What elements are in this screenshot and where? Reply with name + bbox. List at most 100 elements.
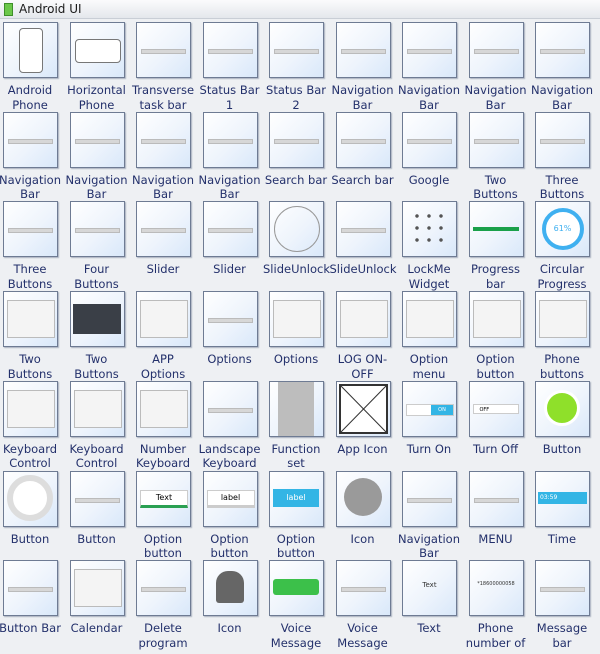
shape-thumbnail[interactable] <box>3 470 58 527</box>
shape-item[interactable]: MENU <box>468 470 535 560</box>
shape-thumbnail[interactable] <box>269 380 324 437</box>
shape-thumbnail[interactable]: label <box>202 470 258 527</box>
shape-thumbnail[interactable] <box>202 111 258 168</box>
shape-item[interactable]: Phone buttons <box>535 291 600 381</box>
shape-item[interactable]: Keyboard Control <box>69 380 136 470</box>
shape-thumbnail[interactable] <box>69 470 125 527</box>
shape-thumbnail[interactable] <box>136 111 191 168</box>
shape-item[interactable]: Button <box>69 470 136 560</box>
shape-thumbnail[interactable] <box>136 22 191 78</box>
shape-item[interactable]: Text Text <box>402 560 468 649</box>
shape-thumbnail[interactable] <box>335 560 391 617</box>
shape-thumbnail[interactable] <box>269 201 324 258</box>
shape-thumbnail[interactable]: ON <box>402 380 457 437</box>
shape-item[interactable]: App Icon <box>335 380 402 470</box>
shape-thumbnail[interactable] <box>535 291 590 348</box>
shape-item[interactable]: Options <box>202 291 269 380</box>
shape-thumbnail[interactable] <box>468 291 524 348</box>
shape-item[interactable]: Google <box>402 111 468 201</box>
shape-item[interactable]: Status Bar 2 <box>266 22 335 112</box>
shape-thumbnail[interactable]: 03:59 <box>535 470 590 527</box>
shape-thumbnail[interactable]: OFF <box>468 380 524 437</box>
shape-thumbnail[interactable] <box>202 291 258 348</box>
shape-item[interactable]: *18600000058 Phone number of <box>466 560 535 650</box>
shape-thumbnail[interactable] <box>335 291 391 348</box>
shape-item[interactable]: SlideUnlock <box>263 201 335 290</box>
shape-thumbnail[interactable] <box>402 111 457 168</box>
shape-thumbnail[interactable] <box>468 111 524 168</box>
shape-item[interactable]: Delete program <box>136 560 202 650</box>
shape-thumbnail[interactable] <box>402 22 457 78</box>
shape-item[interactable]: Two Buttons <box>69 291 136 381</box>
shape-thumbnail[interactable] <box>3 201 58 258</box>
shape-item[interactable]: Search bar <box>265 111 335 201</box>
shape-item[interactable]: Progress bar <box>468 201 535 291</box>
shape-item[interactable]: Three Buttons <box>535 111 600 201</box>
shape-item[interactable]: Option button <box>468 291 535 381</box>
shape-item[interactable]: Two Buttons <box>3 291 69 381</box>
shape-item[interactable]: Horizontal Phone <box>67 22 136 112</box>
shape-thumbnail[interactable] <box>269 560 324 617</box>
shape-item[interactable]: Navigation Bar <box>531 22 600 112</box>
shape-thumbnail[interactable] <box>335 111 391 168</box>
shape-thumbnail[interactable] <box>335 201 391 258</box>
shape-item[interactable]: Landscape Keyboard <box>199 380 269 470</box>
shape-thumbnail[interactable] <box>202 201 258 258</box>
shape-item[interactable]: Four Buttons <box>69 201 136 291</box>
shape-thumbnail[interactable] <box>69 22 125 78</box>
shape-item[interactable]: Button <box>535 380 600 470</box>
shape-thumbnail[interactable] <box>468 470 524 527</box>
shape-item[interactable]: Options <box>269 291 335 380</box>
shape-item[interactable]: Calendar <box>69 560 136 649</box>
shape-item[interactable]: label Option button <box>202 470 269 560</box>
shape-item[interactable]: Three Buttons <box>3 201 69 291</box>
shape-thumbnail[interactable] <box>269 291 324 348</box>
shape-thumbnail[interactable] <box>335 470 391 527</box>
shape-thumbnail[interactable]: Text <box>136 470 191 527</box>
shape-thumbnail[interactable] <box>202 380 258 437</box>
shape-thumbnail[interactable] <box>69 111 125 168</box>
shape-thumbnail[interactable] <box>136 201 191 258</box>
shape-item[interactable]: SlideUnlock <box>330 201 402 290</box>
shape-item[interactable]: Navigation Bar <box>331 22 402 112</box>
shape-thumbnail[interactable] <box>3 380 58 437</box>
shape-thumbnail[interactable]: 61% <box>535 201 590 258</box>
shape-thumbnail[interactable] <box>69 380 125 437</box>
shape-thumbnail[interactable] <box>3 291 58 348</box>
shape-item[interactable]: 61% Circular Progress <box>535 201 600 291</box>
shape-thumbnail[interactable] <box>402 201 457 258</box>
shape-item[interactable]: Text Option button <box>136 470 202 560</box>
shape-thumbnail[interactable] <box>269 22 324 78</box>
shape-thumbnail[interactable] <box>468 201 524 258</box>
shape-item[interactable]: Voice Message <box>269 560 335 650</box>
shape-item[interactable]: Navigation Bar <box>398 470 468 560</box>
shape-thumbnail[interactable] <box>535 380 590 437</box>
shape-item[interactable]: Voice Message <box>335 560 402 650</box>
shape-thumbnail[interactable] <box>202 22 258 78</box>
shape-item[interactable]: Android Phone <box>3 22 69 112</box>
shape-thumbnail[interactable] <box>269 111 324 168</box>
shape-thumbnail[interactable] <box>402 470 457 527</box>
shape-item[interactable]: label Option button <box>269 470 335 560</box>
shape-item[interactable]: Slider <box>202 201 269 290</box>
shape-thumbnail[interactable] <box>136 380 191 437</box>
shape-item[interactable]: Keyboard Control <box>3 380 69 470</box>
shape-item[interactable]: Icon <box>202 560 269 649</box>
shape-thumbnail[interactable] <box>202 560 258 617</box>
shape-item[interactable]: Button <box>3 470 69 560</box>
shape-thumbnail[interactable] <box>69 291 125 348</box>
shape-thumbnail[interactable]: Text <box>402 560 457 617</box>
shape-item[interactable]: Navigation Bar <box>132 111 202 201</box>
shape-item[interactable]: Navigation Bar <box>65 111 136 201</box>
shape-item[interactable]: APP Options <box>136 291 202 381</box>
shape-item[interactable]: Icon <box>335 470 402 560</box>
shape-thumbnail[interactable] <box>69 201 125 258</box>
shape-thumbnail[interactable] <box>535 111 590 168</box>
shape-item[interactable]: Message bar <box>535 560 600 650</box>
shape-item[interactable]: Button Bar <box>0 560 69 649</box>
shape-thumbnail[interactable]: *18600000058 <box>468 560 524 617</box>
shape-item[interactable]: Option menu <box>402 291 468 381</box>
shape-thumbnail[interactable] <box>69 560 125 617</box>
shape-item[interactable]: Search bar <box>331 111 402 201</box>
shape-thumbnail[interactable] <box>402 291 457 348</box>
